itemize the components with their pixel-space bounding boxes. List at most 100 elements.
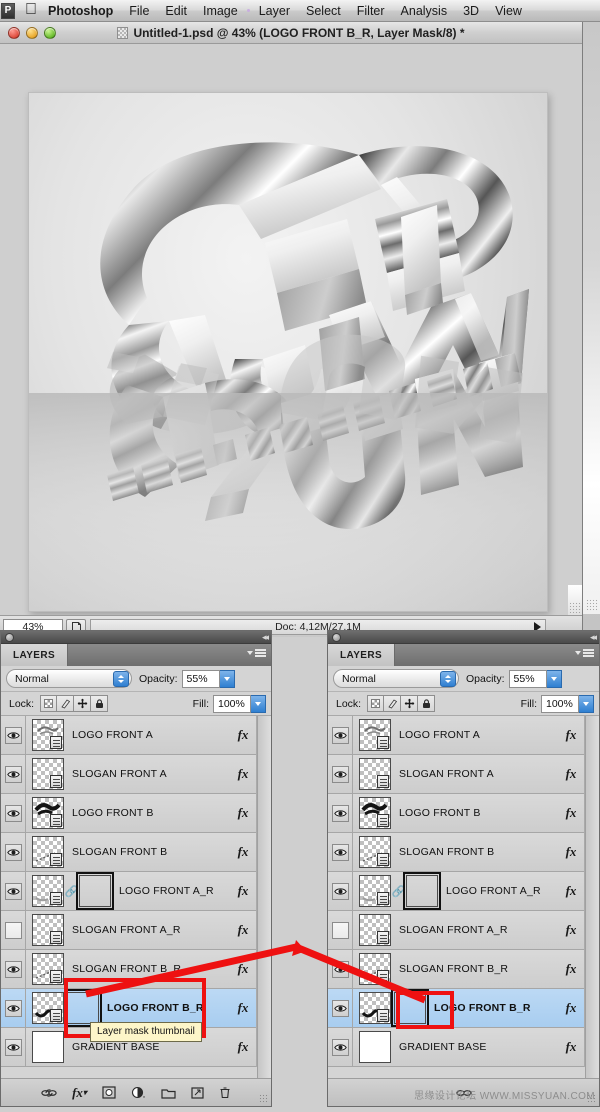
- tab-layers-left[interactable]: LAYERS: [1, 644, 68, 666]
- layer-visibility-toggle[interactable]: [332, 1000, 349, 1017]
- table-row[interactable]: GRADIENT BASEfx: [328, 1028, 599, 1067]
- layer-name[interactable]: SLOGAN FRONT B_R: [391, 963, 558, 975]
- layer-list-left[interactable]: LOGO FRONT AfxSLOGAN FRONT AfxLOGO FRONT…: [1, 716, 271, 1067]
- lock-transparent-pixels-button-right[interactable]: [367, 695, 384, 712]
- table-row[interactable]: LOGO FRONT Afx: [328, 716, 599, 755]
- blend-mode-select-right[interactable]: Normal: [333, 669, 459, 688]
- layer-effects-icon[interactable]: fx: [558, 1039, 584, 1055]
- layer-effects-icon[interactable]: fx: [558, 883, 584, 899]
- layer-visibility-toggle[interactable]: [5, 883, 22, 900]
- table-row[interactable]: SLOGAN FRONT A_Rfx: [1, 911, 271, 950]
- panel-options-menu-left[interactable]: [247, 649, 266, 657]
- layer-name[interactable]: SLOGAN FRONT A: [391, 768, 558, 780]
- layer-visibility-toggle[interactable]: [5, 727, 22, 744]
- layer-name[interactable]: LOGO FRONT A_R: [111, 885, 230, 897]
- layer-name[interactable]: SLOGAN FRONT A_R: [64, 924, 230, 936]
- layer-visibility-cell[interactable]: [328, 794, 353, 833]
- new-layer-button-left[interactable]: [191, 1087, 204, 1099]
- menu-layer[interactable]: Layer: [251, 4, 298, 18]
- layer-name[interactable]: SLOGAN FRONT B: [391, 846, 558, 858]
- layer-visibility-cell[interactable]: [328, 716, 353, 755]
- layer-visibility-toggle[interactable]: [332, 922, 349, 939]
- apple-logo-icon[interactable]: : [25, 2, 37, 18]
- table-row[interactable]: SLOGAN FRONT Bfx: [328, 833, 599, 872]
- panel-options-menu-right[interactable]: [575, 649, 594, 657]
- fill-input-left[interactable]: 100%: [213, 695, 251, 713]
- link-layers-button-left[interactable]: [41, 1087, 57, 1099]
- layer-visibility-toggle[interactable]: [332, 961, 349, 978]
- layer-mask-thumbnail[interactable]: [394, 992, 426, 1024]
- layer-effects-icon[interactable]: fx: [230, 922, 256, 938]
- table-row[interactable]: 🔗LOGO FRONT A_Rfx: [328, 872, 599, 911]
- layer-thumbnail[interactable]: [359, 719, 391, 751]
- fill-dropdown-right[interactable]: [579, 695, 594, 713]
- layer-visibility-cell[interactable]: [328, 872, 353, 911]
- layer-thumbnail[interactable]: [32, 797, 64, 829]
- document-titlebar[interactable]: Untitled-1.psd @ 43% (LOGO FRONT B_R, La…: [0, 22, 582, 44]
- layer-name[interactable]: LOGO FRONT A_R: [438, 885, 558, 897]
- table-row[interactable]: GRADIENT BASEfx: [1, 1028, 271, 1067]
- opacity-dropdown-left[interactable]: [220, 670, 235, 688]
- layer-name[interactable]: SLOGAN FRONT A_R: [391, 924, 558, 936]
- layer-visibility-cell[interactable]: [328, 1028, 353, 1067]
- menu-view[interactable]: View: [487, 4, 530, 18]
- layer-effects-icon[interactable]: fx: [230, 766, 256, 782]
- canvas-area[interactable]: [0, 45, 582, 615]
- layer-thumbnail[interactable]: [359, 914, 391, 946]
- layer-effects-icon[interactable]: fx: [558, 844, 584, 860]
- layer-visibility-toggle[interactable]: [332, 883, 349, 900]
- panel-drag-handle-left[interactable]: ◂◂: [1, 631, 271, 644]
- layer-style-button-left[interactable]: fx▾: [72, 1085, 87, 1101]
- fill-input-right[interactable]: 100%: [541, 695, 579, 713]
- layer-effects-icon[interactable]: fx: [558, 805, 584, 821]
- layer-visibility-toggle[interactable]: [5, 961, 22, 978]
- layer-mask-thumbnail[interactable]: [79, 875, 111, 907]
- layer-thumbnail[interactable]: [359, 875, 391, 907]
- blend-mode-stepper-left[interactable]: [113, 671, 129, 687]
- delete-layer-button-left[interactable]: [219, 1086, 231, 1099]
- tab-layers-right[interactable]: LAYERS: [328, 644, 395, 666]
- menu-app-name[interactable]: Photoshop: [48, 4, 121, 18]
- menu-analysis[interactable]: Analysis: [393, 4, 456, 18]
- window-resize-grip[interactable]: [568, 585, 582, 615]
- lock-image-pixels-button-right[interactable]: [384, 695, 401, 712]
- layer-name[interactable]: LOGO FRONT B: [391, 807, 558, 819]
- panel-collapse-icon[interactable]: ◂◂: [590, 632, 595, 643]
- layer-name[interactable]: LOGO FRONT B_R: [426, 1002, 558, 1014]
- layer-effects-icon[interactable]: fx: [230, 961, 256, 977]
- layer-effects-icon[interactable]: fx: [558, 961, 584, 977]
- layer-name[interactable]: LOGO FRONT B_R: [99, 1002, 230, 1014]
- layer-visibility-toggle[interactable]: [5, 1000, 22, 1017]
- table-row[interactable]: 🔗LOGO FRONT A_Rfx: [1, 872, 271, 911]
- panel-resize-grip-right[interactable]: [587, 1094, 597, 1104]
- layer-effects-icon[interactable]: fx: [230, 805, 256, 821]
- layer-effects-icon[interactable]: fx: [558, 766, 584, 782]
- layer-visibility-cell[interactable]: [1, 1028, 26, 1067]
- layer-effects-icon[interactable]: fx: [230, 844, 256, 860]
- layer-thumbnail[interactable]: [359, 1031, 391, 1063]
- fill-dropdown-left[interactable]: [251, 695, 266, 713]
- menu-select[interactable]: Select: [298, 4, 349, 18]
- mask-link-icon[interactable]: 🔗: [67, 885, 76, 898]
- layer-visibility-toggle[interactable]: [5, 922, 22, 939]
- layer-list-right[interactable]: LOGO FRONT AfxSLOGAN FRONT AfxLOGO FRONT…: [328, 716, 599, 1067]
- panel-close-dot-icon[interactable]: [5, 633, 14, 642]
- table-row[interactable]: SLOGAN FRONT Afx: [328, 755, 599, 794]
- lock-transparent-pixels-button-left[interactable]: [40, 695, 57, 712]
- panel-resize-grip-left[interactable]: [259, 1094, 269, 1104]
- layer-thumbnail[interactable]: [359, 992, 391, 1024]
- opacity-input-right[interactable]: 55%: [509, 670, 547, 688]
- layer-effects-icon[interactable]: fx: [230, 727, 256, 743]
- layer-name[interactable]: SLOGAN FRONT B: [64, 846, 230, 858]
- layer-thumbnail[interactable]: [359, 836, 391, 868]
- layer-thumbnail[interactable]: [359, 797, 391, 829]
- layer-visibility-cell[interactable]: [1, 989, 26, 1028]
- lock-position-button-left[interactable]: [74, 695, 91, 712]
- layer-visibility-toggle[interactable]: [5, 1039, 22, 1056]
- layer-name[interactable]: LOGO FRONT B: [64, 807, 230, 819]
- lock-all-button-right[interactable]: [418, 695, 435, 712]
- layer-mask-thumbnail[interactable]: [406, 875, 438, 907]
- layer-thumbnail[interactable]: [32, 836, 64, 868]
- layer-effects-icon[interactable]: fx: [230, 1039, 256, 1055]
- layer-effects-icon[interactable]: fx: [558, 922, 584, 938]
